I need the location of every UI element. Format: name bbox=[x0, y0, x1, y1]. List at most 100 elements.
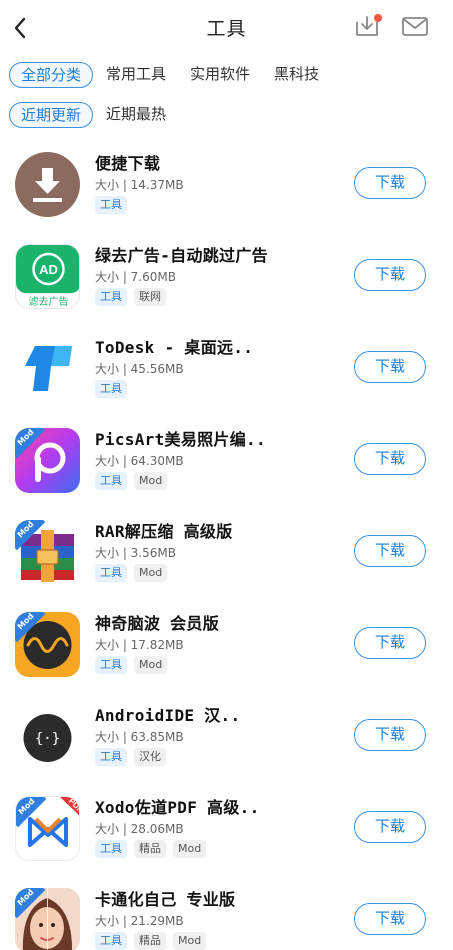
svg-text:{·}: {·} bbox=[35, 731, 60, 747]
page-title: 工具 bbox=[206, 18, 247, 40]
app-icon: PDF Mod bbox=[15, 796, 80, 861]
app-icon: Mod bbox=[15, 888, 80, 950]
app-size: 大小 | 3.56MB bbox=[95, 546, 176, 560]
tag: 工具 bbox=[95, 472, 127, 490]
app-icon: AD 滤去广告 bbox=[15, 244, 80, 309]
list-item[interactable]: Mod 神奇脑波 会员版 大小 | 17.82MB 工具 Mod 下载 bbox=[0, 598, 453, 690]
ad-skip-icon: AD 滤去广告 bbox=[16, 245, 79, 308]
tag: Mod bbox=[134, 564, 168, 582]
download-button[interactable]: 下载 bbox=[354, 719, 426, 751]
messages-button[interactable] bbox=[401, 14, 429, 40]
tab-black-tech[interactable]: 黑科技 bbox=[263, 62, 330, 88]
app-icon: {·} bbox=[15, 704, 80, 769]
app-tags: 工具 bbox=[95, 380, 134, 398]
app-size: 大小 | 28.06MB bbox=[95, 822, 184, 836]
download-button[interactable]: 下载 bbox=[354, 627, 426, 659]
app-name: ToDesk - 桌面远.. bbox=[95, 338, 254, 357]
svg-text:滤去广告: 滤去广告 bbox=[29, 295, 69, 308]
tag: 工具 bbox=[95, 288, 127, 306]
list-item[interactable]: {·} AndroidIDE 汉.. 大小 | 63.85MB 工具 汉化 下载 bbox=[0, 690, 453, 782]
tab-common-tools[interactable]: 常用工具 bbox=[95, 62, 177, 88]
mod-badge: Mod bbox=[15, 888, 49, 922]
app-size: 大小 | 45.56MB bbox=[95, 362, 184, 376]
app-tags: 工具 Mod bbox=[95, 564, 174, 582]
app-tags: 工具 精品 Mod bbox=[95, 840, 213, 858]
app-tags: 工具 Mod bbox=[95, 472, 174, 490]
sort-tabs: 近期更新 近期最热 bbox=[9, 102, 179, 128]
app-name: RAR解压缩 高级版 bbox=[95, 522, 233, 541]
mod-badge: Mod bbox=[15, 520, 49, 554]
app-size: 大小 | 7.60MB bbox=[95, 270, 176, 284]
app-tags: 工具 汉化 bbox=[95, 748, 173, 766]
android-ide-icon: {·} bbox=[23, 714, 72, 762]
app-icon: Mod bbox=[15, 520, 80, 585]
tag: Mod bbox=[134, 656, 168, 674]
app-tags: 工具 Mod bbox=[95, 656, 174, 674]
tag: Mod bbox=[173, 840, 207, 858]
list-item[interactable]: Mod RAR解压缩 高级版 大小 | 3.56MB 工具 Mod 下载 bbox=[0, 506, 453, 598]
download-button[interactable]: 下载 bbox=[354, 535, 426, 567]
tag: 工具 bbox=[95, 564, 127, 582]
app-icon bbox=[15, 336, 80, 401]
category-tabs: 全部分类 常用工具 实用软件 黑科技 bbox=[9, 62, 332, 88]
list-item[interactable]: ToDesk - 桌面远.. 大小 | 45.56MB 工具 下载 bbox=[0, 322, 453, 414]
tag: 工具 bbox=[95, 380, 127, 398]
todesk-logo-icon bbox=[25, 346, 72, 391]
app-name: AndroidIDE 汉.. bbox=[95, 706, 241, 725]
tab-recent-hot[interactable]: 近期最热 bbox=[95, 102, 177, 128]
app-list: 便捷下载 大小 | 14.37MB 工具 下载 AD 滤去广告 绿去广告-自动跳… bbox=[0, 138, 453, 950]
mod-badge: Mod bbox=[15, 612, 49, 646]
download-manager-button[interactable] bbox=[353, 12, 383, 42]
app-name: Xodo佐道PDF 高级.. bbox=[95, 798, 260, 817]
list-item[interactable]: Mod 卡通化自己 专业版 大小 | 21.29MB 工具 精品 Mod 下载 bbox=[0, 874, 453, 950]
tag: Mod bbox=[173, 932, 207, 950]
mod-badge: Mod bbox=[16, 797, 50, 831]
svg-text:PDF: PDF bbox=[67, 797, 80, 814]
list-item[interactable]: Mod PicsArt美易照片编.. 大小 | 64.30MB 工具 Mod 下… bbox=[0, 414, 453, 506]
tag: 工具 bbox=[95, 656, 127, 674]
envelope-icon bbox=[402, 17, 428, 36]
list-item[interactable]: PDF Mod Xodo佐道PDF 高级.. 大小 | 28.06MB 工具 精… bbox=[0, 782, 453, 874]
app-name: 便捷下载 bbox=[95, 154, 161, 173]
app-icon: Mod bbox=[15, 428, 80, 493]
app-name: 卡通化自己 专业版 bbox=[95, 890, 236, 909]
notification-dot bbox=[374, 14, 382, 22]
download-button[interactable]: 下载 bbox=[354, 351, 426, 383]
app-icon bbox=[15, 152, 80, 217]
app-name: 绿去广告-自动跳过广告 bbox=[95, 246, 268, 265]
app-size: 大小 | 63.85MB bbox=[95, 730, 184, 744]
tag: 工具 bbox=[95, 840, 127, 858]
svg-text:AD: AD bbox=[39, 262, 58, 277]
app-name: PicsArt美易照片编.. bbox=[95, 430, 266, 449]
app-tags: 工具 精品 Mod bbox=[95, 932, 213, 950]
app-size: 大小 | 17.82MB bbox=[95, 638, 184, 652]
download-button[interactable]: 下载 bbox=[354, 811, 426, 843]
list-item[interactable]: 便捷下载 大小 | 14.37MB 工具 下载 bbox=[0, 138, 453, 230]
download-button[interactable]: 下载 bbox=[354, 903, 426, 935]
tag: 工具 bbox=[95, 196, 127, 214]
tab-all-categories[interactable]: 全部分类 bbox=[9, 62, 94, 88]
tag: Mod bbox=[134, 472, 168, 490]
app-icon: Mod bbox=[15, 612, 80, 677]
list-item[interactable]: AD 滤去广告 绿去广告-自动跳过广告 大小 | 7.60MB 工具 联网 下载 bbox=[0, 230, 453, 322]
tag: 汉化 bbox=[134, 748, 166, 766]
app-tags: 工具 bbox=[95, 196, 134, 214]
tab-practical-software[interactable]: 实用软件 bbox=[179, 62, 261, 88]
app-size: 大小 | 64.30MB bbox=[95, 454, 184, 468]
top-bar: 工具 bbox=[0, 0, 453, 56]
download-button[interactable]: 下载 bbox=[354, 443, 426, 475]
tag: 精品 bbox=[134, 932, 166, 950]
app-tags: 工具 联网 bbox=[95, 288, 173, 306]
download-button[interactable]: 下载 bbox=[354, 259, 426, 291]
download-arrow-icon bbox=[15, 152, 80, 217]
tag: 工具 bbox=[95, 932, 127, 950]
tab-recent-updates[interactable]: 近期更新 bbox=[9, 102, 94, 128]
app-size: 大小 | 21.29MB bbox=[95, 914, 184, 928]
tag: 联网 bbox=[134, 288, 166, 306]
app-name: 神奇脑波 会员版 bbox=[95, 614, 220, 633]
mod-badge: Mod bbox=[15, 428, 49, 462]
app-size: 大小 | 14.37MB bbox=[95, 178, 184, 192]
tag: 工具 bbox=[95, 748, 127, 766]
tag: 精品 bbox=[134, 840, 166, 858]
download-button[interactable]: 下载 bbox=[354, 167, 426, 199]
